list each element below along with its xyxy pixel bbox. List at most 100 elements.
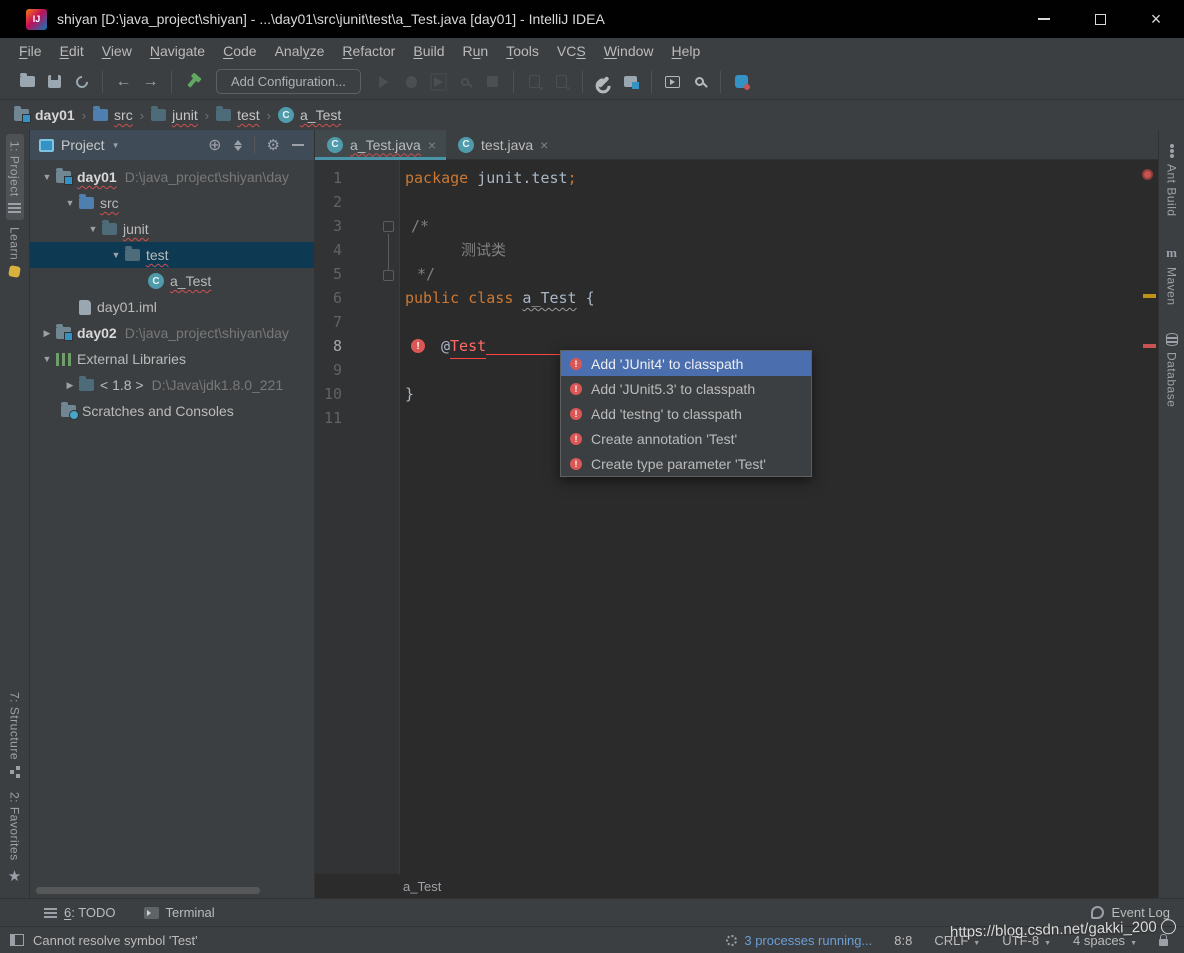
settings-button[interactable] (590, 69, 617, 95)
close-button[interactable]: × (1128, 0, 1184, 38)
tree-item-day01[interactable]: day01D:\java_project\shiyan\day (30, 164, 314, 190)
menu-run[interactable]: Run (454, 41, 498, 61)
menu-edit[interactable]: Edit (51, 41, 93, 61)
commit-button[interactable] (548, 69, 575, 95)
tab-test-java[interactable]: test.java× (446, 130, 558, 159)
collapse-arrow-icon[interactable] (38, 328, 56, 339)
back-button[interactable] (110, 69, 137, 95)
tree-item-external-libraries[interactable]: External Libraries (30, 346, 314, 372)
menu-refactor[interactable]: Refactor (333, 41, 404, 61)
project-structure-button[interactable] (617, 69, 644, 95)
popup-item-create-annotation[interactable]: Create annotation 'Test' (561, 426, 811, 451)
tool-button-ant-build[interactable]: Ant Build (1165, 144, 1179, 217)
warning-stripe-mark[interactable] (1143, 294, 1156, 298)
tab-a-test-java[interactable]: a_Test.java× (315, 130, 446, 159)
menu-analyze[interactable]: Analyze (266, 41, 334, 61)
popup-item-add-testng[interactable]: Add 'testng' to classpath (561, 401, 811, 426)
open-button[interactable] (14, 69, 41, 95)
tool-button-favorites[interactable]: 2: Favorites (6, 785, 24, 892)
run-button[interactable] (371, 69, 398, 95)
sync-button[interactable] (68, 69, 95, 95)
update-project-button[interactable] (521, 69, 548, 95)
run-configuration-selector[interactable]: Add Configuration... (216, 69, 361, 94)
lock-icon[interactable] (1159, 939, 1168, 946)
tool-button-learn[interactable]: Learn (6, 220, 24, 284)
tree-item-junit[interactable]: junit (30, 216, 314, 242)
dropdown-arrow-icon[interactable]: ▼ (112, 141, 120, 150)
project-panel-title[interactable]: Project (61, 137, 105, 153)
menu-label: H (672, 43, 682, 59)
event-log-icon (1091, 906, 1104, 919)
menu-build[interactable]: Build (404, 41, 453, 61)
tree-item-test[interactable]: test (30, 242, 314, 268)
tree-item-jdk[interactable]: < 1.8 >D:\Java\jdk1.8.0_221 (30, 372, 314, 398)
collapse-arrow-icon[interactable] (61, 380, 79, 391)
breadcrumb-src[interactable]: src (93, 107, 133, 123)
tool-button-terminal[interactable]: Terminal (144, 905, 215, 920)
expand-arrow-icon[interactable] (38, 172, 56, 182)
error-lightbulb-icon[interactable] (411, 339, 425, 353)
expand-arrow-icon[interactable] (107, 250, 125, 260)
code-line: 测试类 (405, 238, 1158, 262)
tree-item-scratches[interactable]: Scratches and Consoles (30, 398, 314, 424)
wrench-icon (597, 75, 609, 87)
error-count-badge[interactable] (1142, 169, 1153, 180)
maximize-button[interactable] (1072, 0, 1128, 38)
editor-gutter[interactable]: 1 2 3 4 5 6 7 8 9 10 11 (315, 160, 400, 874)
menu-tools[interactable]: Tools (497, 41, 548, 61)
expand-arrow-icon[interactable] (84, 224, 102, 234)
menu-vcs[interactable]: VCS (548, 41, 595, 61)
search-everywhere-button[interactable] (686, 69, 713, 95)
minimize-button[interactable] (1016, 0, 1072, 38)
tree-item-day02[interactable]: day02D:\java_project\shiyan\day (30, 320, 314, 346)
build-button[interactable] (179, 69, 206, 95)
expand-arrow-icon[interactable] (61, 198, 79, 208)
breadcrumb-a-test[interactable]: a_Test (278, 107, 341, 123)
code-token: } (405, 382, 414, 406)
tree-item-a-test[interactable]: a_Test (30, 268, 314, 294)
expand-arrow-icon[interactable] (38, 354, 56, 364)
fold-marker-icon[interactable] (383, 270, 394, 281)
popup-item-add-junit4[interactable]: Add 'JUnit4' to classpath (561, 351, 811, 376)
close-tab-icon[interactable]: × (428, 137, 436, 153)
profiler-button[interactable] (452, 69, 479, 95)
code-editor[interactable]: package junit.test; /* 测试类 */ public cla… (400, 160, 1158, 874)
menu-code[interactable]: Code (214, 41, 265, 61)
tool-button-project[interactable]: 1: Project (6, 134, 24, 220)
collapse-all-button[interactable] (234, 140, 242, 151)
error-stripe-mark[interactable] (1143, 344, 1156, 348)
caret-position-widget[interactable]: 8:8 (894, 933, 912, 948)
background-processes-link[interactable]: 3 processes running... (726, 933, 872, 948)
stop-button[interactable] (479, 69, 506, 95)
tool-button-database[interactable]: Database (1165, 333, 1179, 407)
tool-button-maven[interactable]: Maven (1165, 245, 1179, 306)
fold-marker-icon[interactable] (383, 221, 394, 232)
hide-panel-button[interactable] (292, 144, 304, 146)
menu-view[interactable]: View (93, 41, 141, 61)
save-button[interactable] (41, 69, 68, 95)
breadcrumb-day01[interactable]: day01 (14, 107, 75, 123)
horizontal-scrollbar[interactable] (36, 887, 260, 894)
menu-navigate[interactable]: Navigate (141, 41, 214, 61)
breadcrumb-test[interactable]: test (216, 107, 260, 123)
menu-window[interactable]: Window (595, 41, 663, 61)
run-coverage-button[interactable] (425, 69, 452, 95)
tree-item-day01-iml[interactable]: day01.iml (30, 294, 314, 320)
tool-window-toggle-icon[interactable] (10, 934, 24, 946)
close-tab-icon[interactable]: × (540, 137, 548, 153)
forward-button[interactable] (137, 69, 164, 95)
gear-icon[interactable] (267, 136, 280, 154)
popup-item-create-type-parameter[interactable]: Create type parameter 'Test' (561, 451, 811, 476)
editor-breadcrumb[interactable]: a_Test (403, 879, 441, 894)
tool-button-structure[interactable]: 7: Structure (6, 685, 24, 785)
breadcrumb-junit[interactable]: junit (151, 107, 198, 123)
tool-button-todo[interactable]: 6: TODO (44, 905, 116, 920)
tree-item-src[interactable]: src (30, 190, 314, 216)
run-anything-button[interactable] (659, 69, 686, 95)
menu-file[interactable]: File (10, 41, 51, 61)
locate-file-button[interactable] (208, 135, 221, 155)
popup-item-add-junit5[interactable]: Add 'JUnit5.3' to classpath (561, 376, 811, 401)
menu-help[interactable]: Help (663, 41, 710, 61)
ide-features-trainer-button[interactable] (728, 69, 755, 95)
debug-button[interactable] (398, 69, 425, 95)
